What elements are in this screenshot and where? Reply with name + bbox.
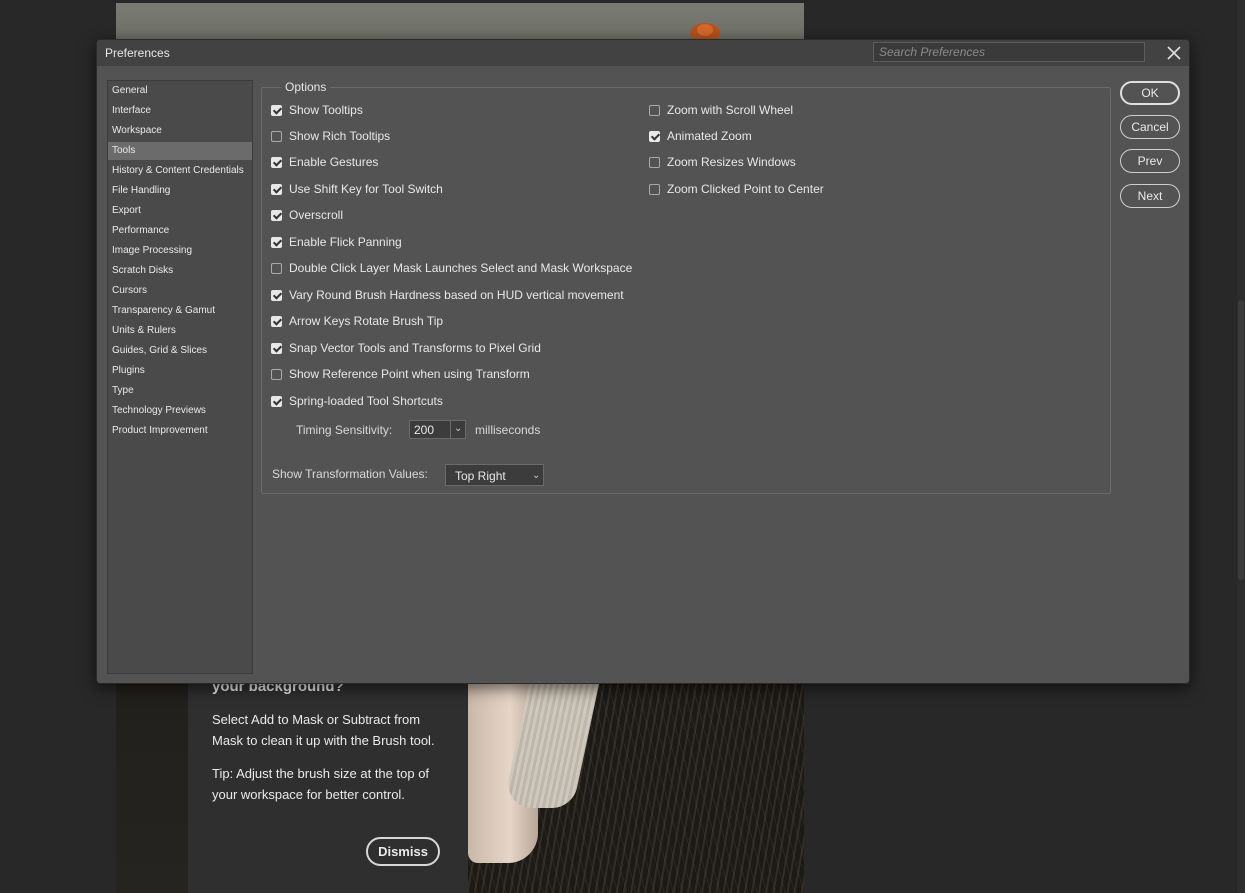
checkbox-label: Show Rich Tooltips — [289, 129, 391, 143]
checkbox[interactable] — [271, 209, 282, 221]
vertical-scrollbar[interactable] — [1237, 0, 1245, 893]
sidebar-item-scratch-disks[interactable]: Scratch Disks — [108, 262, 252, 280]
checkbox[interactable] — [271, 262, 282, 274]
option-show-rich-tooltips[interactable]: Show Rich Tooltips — [271, 127, 390, 145]
sidebar-item-tools[interactable]: Tools — [108, 142, 252, 160]
sidebar-item-export[interactable]: Export — [108, 202, 252, 220]
scrollbar-thumb[interactable] — [1238, 300, 1244, 580]
option-double-click-layer-mask-launches-select-and-mask-workspace[interactable]: Double Click Layer Mask Launches Select … — [271, 259, 632, 277]
checkbox[interactable] — [271, 156, 282, 168]
checkbox-label: Zoom with Scroll Wheel — [667, 103, 794, 117]
checkbox-label: Use Shift Key for Tool Switch — [289, 182, 443, 196]
checkbox[interactable] — [271, 395, 282, 407]
sidebar-item-image-processing[interactable]: Image Processing — [108, 242, 252, 260]
search-preferences-input[interactable] — [873, 42, 1145, 62]
dialog-titlebar[interactable]: Preferences — [97, 40, 1189, 66]
sidebar-item-units-rulers[interactable]: Units & Rulers — [108, 322, 252, 340]
checkbox[interactable] — [271, 130, 282, 142]
preferences-sidebar: General Interface Workspace Tools History & … — [107, 80, 253, 674]
checkbox-label: Enable Flick Panning — [289, 235, 402, 249]
options-legend: Options — [281, 80, 331, 94]
chevron-down-icon: ⌄ — [532, 470, 541, 481]
ok-button[interactable]: OK — [1120, 81, 1180, 105]
checkbox[interactable] — [271, 315, 282, 327]
combobox-divider — [450, 421, 451, 438]
option-overscroll[interactable]: Overscroll — [271, 206, 343, 224]
preferences-dialog: Preferences General Interface Workspace Too… — [96, 39, 1190, 684]
option-show-tooltips[interactable]: Show Tooltips — [271, 101, 363, 119]
option-enable-gestures[interactable]: Enable Gestures — [271, 153, 378, 171]
checkbox[interactable] — [271, 342, 282, 354]
prev-button[interactable]: Prev — [1120, 149, 1180, 173]
checkbox[interactable] — [271, 368, 282, 380]
chevron-down-icon[interactable]: ⌄ — [454, 423, 462, 434]
sidebar-item-transparency-gamut[interactable]: Transparency & Gamut — [108, 302, 252, 320]
checkbox-label: Vary Round Brush Hardness based on HUD v… — [289, 288, 624, 302]
cancel-button[interactable]: Cancel — [1120, 115, 1180, 139]
checkbox[interactable] — [271, 104, 282, 116]
next-button[interactable]: Next — [1120, 184, 1180, 208]
sidebar-item-technology-previews[interactable]: Technology Previews — [108, 402, 252, 420]
option-show-reference-point-when-using-transform[interactable]: Show Reference Point when using Transfor… — [271, 365, 530, 383]
option-zoom-resizes-windows[interactable]: Zoom Resizes Windows — [649, 153, 796, 171]
option-vary-round-brush-hardness-based-on-hud-vertical-movement[interactable]: Vary Round Brush Hardness based on HUD v… — [271, 286, 624, 304]
sidebar-item-product-improvement[interactable]: Product Improvement — [108, 422, 252, 440]
sidebar-item-plugins[interactable]: Plugins — [108, 362, 252, 380]
checkbox[interactable] — [271, 183, 282, 195]
checkbox-label: Zoom Resizes Windows — [667, 155, 796, 169]
checkbox-label: Spring-loaded Tool Shortcuts — [289, 394, 443, 408]
option-use-shift-key-for-tool-switch[interactable]: Use Shift Key for Tool Switch — [271, 180, 443, 198]
checkbox-label: Overscroll — [289, 208, 344, 222]
dismiss-button[interactable]: Dismiss — [366, 837, 440, 866]
tip-text-brush: Tip: Adjust the brush size at the top of… — [212, 766, 430, 802]
sidebar-item-performance[interactable]: Performance — [108, 222, 252, 240]
checkbox-label: Snap Vector Tools and Transforms to Pixe… — [289, 341, 541, 355]
show-transformation-values-select[interactable]: Top Right ⌄ — [445, 464, 544, 486]
timing-sensitivity-combobox[interactable]: 200 ⌄ — [409, 420, 466, 439]
checkbox-label: Zoom Clicked Point to Center — [667, 182, 824, 196]
sidebar-item-cursors[interactable]: Cursors — [108, 282, 252, 300]
option-spring-loaded-tool-shortcuts[interactable]: Spring-loaded Tool Shortcuts — [271, 392, 443, 410]
option-enable-flick-panning[interactable]: Enable Flick Panning — [271, 233, 402, 251]
checkbox-label: Arrow Keys Rotate Brush Tip — [289, 314, 444, 328]
timing-sensitivity-label: Timing Sensitivity: — [296, 423, 393, 437]
sidebar-item-type[interactable]: Type — [108, 382, 252, 400]
timing-sensitivity-value[interactable]: 200 — [414, 423, 434, 437]
sidebar-item-history-content-credentials[interactable]: History & Content Credentials — [108, 162, 252, 180]
timing-unit-label: milliseconds — [475, 423, 541, 437]
checkbox[interactable] — [271, 289, 282, 301]
checkbox[interactable] — [649, 104, 660, 116]
option-arrow-keys-rotate-brush-tip[interactable]: Arrow Keys Rotate Brush Tip — [271, 312, 443, 330]
dialog-title: Preferences — [105, 46, 170, 60]
sidebar-item-workspace[interactable]: Workspace — [108, 122, 252, 140]
close-icon[interactable] — [1163, 42, 1185, 64]
tip-text-mask: Select Add to Mask or Subtract from Mask… — [212, 712, 435, 748]
checkbox[interactable] — [271, 236, 282, 248]
sidebar-item-guides-grid-slices[interactable]: Guides, Grid & Slices — [108, 342, 252, 360]
option-animated-zoom[interactable]: Animated Zoom — [649, 127, 752, 145]
show-transformation-values-value: Top Right — [455, 469, 506, 483]
checkbox-label: Double Click Layer Mask Launches Select … — [289, 261, 633, 275]
checkbox[interactable] — [649, 183, 660, 195]
checkbox[interactable] — [649, 156, 660, 168]
sidebar-item-general[interactable]: General — [108, 82, 252, 100]
checkbox-label: Show Tooltips — [289, 103, 363, 117]
checkbox[interactable] — [649, 130, 660, 142]
sidebar-item-file-handling[interactable]: File Handling — [108, 182, 252, 200]
checkbox-label: Show Reference Point when using Transfor… — [289, 367, 530, 381]
show-transformation-values-label: Show Transformation Values: — [272, 467, 428, 481]
option-snap-vector-tools-and-transforms-to-pixel-grid[interactable]: Snap Vector Tools and Transforms to Pixe… — [271, 339, 541, 357]
sidebar-item-interface[interactable]: Interface — [108, 102, 252, 120]
option-zoom-clicked-point-to-center[interactable]: Zoom Clicked Point to Center — [649, 180, 824, 198]
option-zoom-with-scroll-wheel[interactable]: Zoom with Scroll Wheel — [649, 101, 793, 119]
checkbox-label: Animated Zoom — [667, 129, 752, 143]
checkbox-label: Enable Gestures — [289, 155, 379, 169]
